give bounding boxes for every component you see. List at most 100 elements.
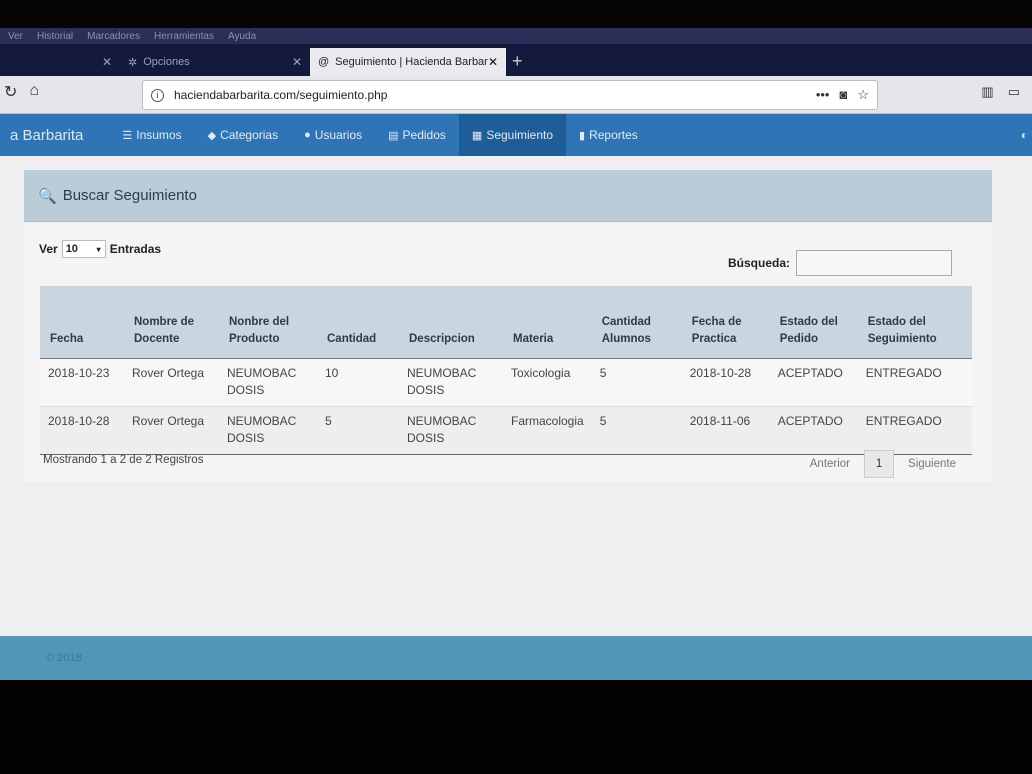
pocket-icon[interactable]: ◙ [839,87,847,103]
nav-label: Categorias [220,128,279,142]
power-icon[interactable]: ◐ [1021,128,1028,142]
search-control: Búsqueda: [728,250,952,276]
prev-page-button[interactable]: Anterior [810,458,850,470]
cell-fecha: 2018-10-28 [40,406,124,455]
search-icon: 🔍 [38,187,57,205]
page-content: 🔍 Buscar Seguimiento Ver 10 ▾ Entradas B… [0,156,1032,636]
more-actions-icon[interactable]: ••• [816,87,830,103]
col-cantidad-alumnos[interactable]: Cantidad Alumnos [591,286,682,359]
col-estado-pedido[interactable]: Estado del Pedido [769,286,858,359]
browser-tab-seguimiento[interactable]: @ Seguimiento | Hacienda Barbar ✕ [310,48,506,76]
gear-icon: ✲ [128,56,138,69]
screen-bezel-bottom [0,680,1032,774]
tag-icon: ◆ [207,129,217,142]
tab-label: Seguimiento | Hacienda Barbar [335,56,488,68]
list-icon: ☰ [122,129,133,142]
seguimiento-panel: 🔍 Buscar Seguimiento Ver 10 ▾ Entradas B… [24,170,992,482]
table-icon: ▦ [471,129,483,142]
menu-ver[interactable]: Ver [8,31,23,42]
records-info: Mostrando 1 a 2 de 2 Registros [43,454,204,466]
next-page-button[interactable]: Siguiente [908,458,956,470]
user-icon: ● [304,129,311,141]
file-icon: ▮ [579,129,586,142]
nav-label: Reportes [589,128,638,142]
nav-usuarios[interactable]: ● Usuarios [291,114,375,156]
cell-fecha-practica: 2018-11-06 [681,406,770,455]
tab-label: Opciones [143,56,190,68]
nav-label: Seguimiento [486,128,554,142]
info-icon[interactable]: i [151,88,164,102]
site-brand[interactable]: a Barbarita [10,127,83,144]
sidebar-icon[interactable]: ▭ [1008,84,1020,100]
browser-tab-1[interactable]: ✕ [0,48,120,76]
library-icon[interactable]: ▥ [981,84,993,100]
url-bar[interactable]: i haciendabarbarita.com/seguimiento.php … [142,80,878,110]
panel-heading: 🔍 Buscar Seguimiento [24,170,992,222]
reload-icon[interactable]: ↻ [4,82,17,102]
search-label: Búsqueda: [727,256,790,270]
table-row: 2018-10-28 Rover Ortega NEUMOBAC DOSIS 5… [40,406,972,455]
nav-label: Usuarios [314,128,363,142]
col-estado-seguimiento[interactable]: Estado del Seguimiento [857,286,972,359]
browser-toolbar: ↻ ⌂ i haciendabarbarita.com/seguimiento.… [0,76,1032,114]
browser-tabbar: ✕ ✲ Opciones ✕ @ Seguimiento | Hacienda … [0,44,1032,76]
cell-cantidad: 10 [317,358,399,407]
cell-materia: Farmacologia [503,406,592,455]
cell-producto: NEUMOBAC DOSIS [219,358,317,407]
cell-fecha-practica: 2018-10-28 [681,358,770,407]
cell-cantidad-alumnos: 5 [591,358,682,407]
new-tab-plus-icon[interactable]: + [512,48,523,76]
cell-descripcion: NEUMOBAC DOSIS [399,406,503,455]
close-icon[interactable]: ✕ [488,55,498,69]
col-materia[interactable]: Materia [503,286,592,359]
close-icon[interactable]: ✕ [292,55,302,69]
entries-value: 10 [65,243,78,255]
nav-label: Pedidos [402,128,446,142]
panel-title: Buscar Seguimiento [62,187,197,204]
col-producto[interactable]: Nonbre del Producto [219,286,317,359]
table-header-row: Fecha Nombre de Docente Nonbre del Produ… [40,286,972,359]
seguimiento-table: Fecha Nombre de Docente Nonbre del Produ… [40,286,972,455]
menu-marcadores[interactable]: Marcadores [87,31,140,42]
cell-cantidad-alumnos: 5 [591,406,682,455]
menu-historial[interactable]: Historial [37,31,73,42]
menu-ayuda[interactable]: Ayuda [228,31,256,42]
entries-label: Entradas [109,242,162,256]
pagination: Anterior 1 Siguiente [810,450,956,478]
nav-pedidos[interactable]: ▤ Pedidos [375,114,459,156]
col-fecha-practica[interactable]: Fecha de Practica [681,286,770,359]
bookmark-star-icon[interactable]: ☆ [857,87,869,103]
cell-descripcion: NEUMOBAC DOSIS [399,358,503,407]
nav-categorias[interactable]: ◆ Categorias [195,114,292,156]
cell-docente: Rover Ortega [124,406,219,455]
cell-estado-seguimiento: ENTREGADO [857,358,972,407]
footer-copyright: © 2018 [46,652,82,664]
search-input[interactable] [796,250,952,276]
screen-bezel-top [0,0,1032,28]
nav-reportes[interactable]: ▮ Reportes [566,114,651,156]
browser-menubar: Ver Historial Marcadores Herramientas Ay… [0,28,1032,44]
col-docente[interactable]: Nombre de Docente [124,286,219,359]
url-text: haciendabarbarita.com/seguimiento.php [174,88,388,102]
col-fecha[interactable]: Fecha [40,286,124,359]
col-cantidad[interactable]: Cantidad [317,286,399,359]
menu-herramientas[interactable]: Herramientas [154,31,214,42]
browser-tab-opciones[interactable]: ✲ Opciones ✕ [120,48,310,76]
page-1-button[interactable]: 1 [864,450,895,478]
nav-seguimiento[interactable]: ▦ Seguimiento [458,114,567,156]
entries-select[interactable]: 10 ▾ [61,240,106,258]
chevron-down-icon: ▾ [96,244,101,254]
table-row: 2018-10-23 Rover Ortega NEUMOBAC DOSIS 1… [40,358,972,407]
document-icon: ▤ [388,129,399,142]
cell-fecha: 2018-10-23 [40,358,124,407]
ver-label: Ver [39,242,58,256]
home-icon[interactable]: ⌂ [29,82,39,102]
nav-label: Insumos [136,128,182,142]
cell-materia: Toxicologia [503,358,592,407]
cell-estado-seguimiento: ENTREGADO [857,406,972,455]
nav-insumos[interactable]: ☰ Insumos [109,114,194,156]
close-icon[interactable]: ✕ [102,55,112,69]
cell-cantidad: 5 [317,406,399,455]
globe-icon: @ [318,56,330,68]
col-descripcion[interactable]: Descripcion [399,286,503,359]
